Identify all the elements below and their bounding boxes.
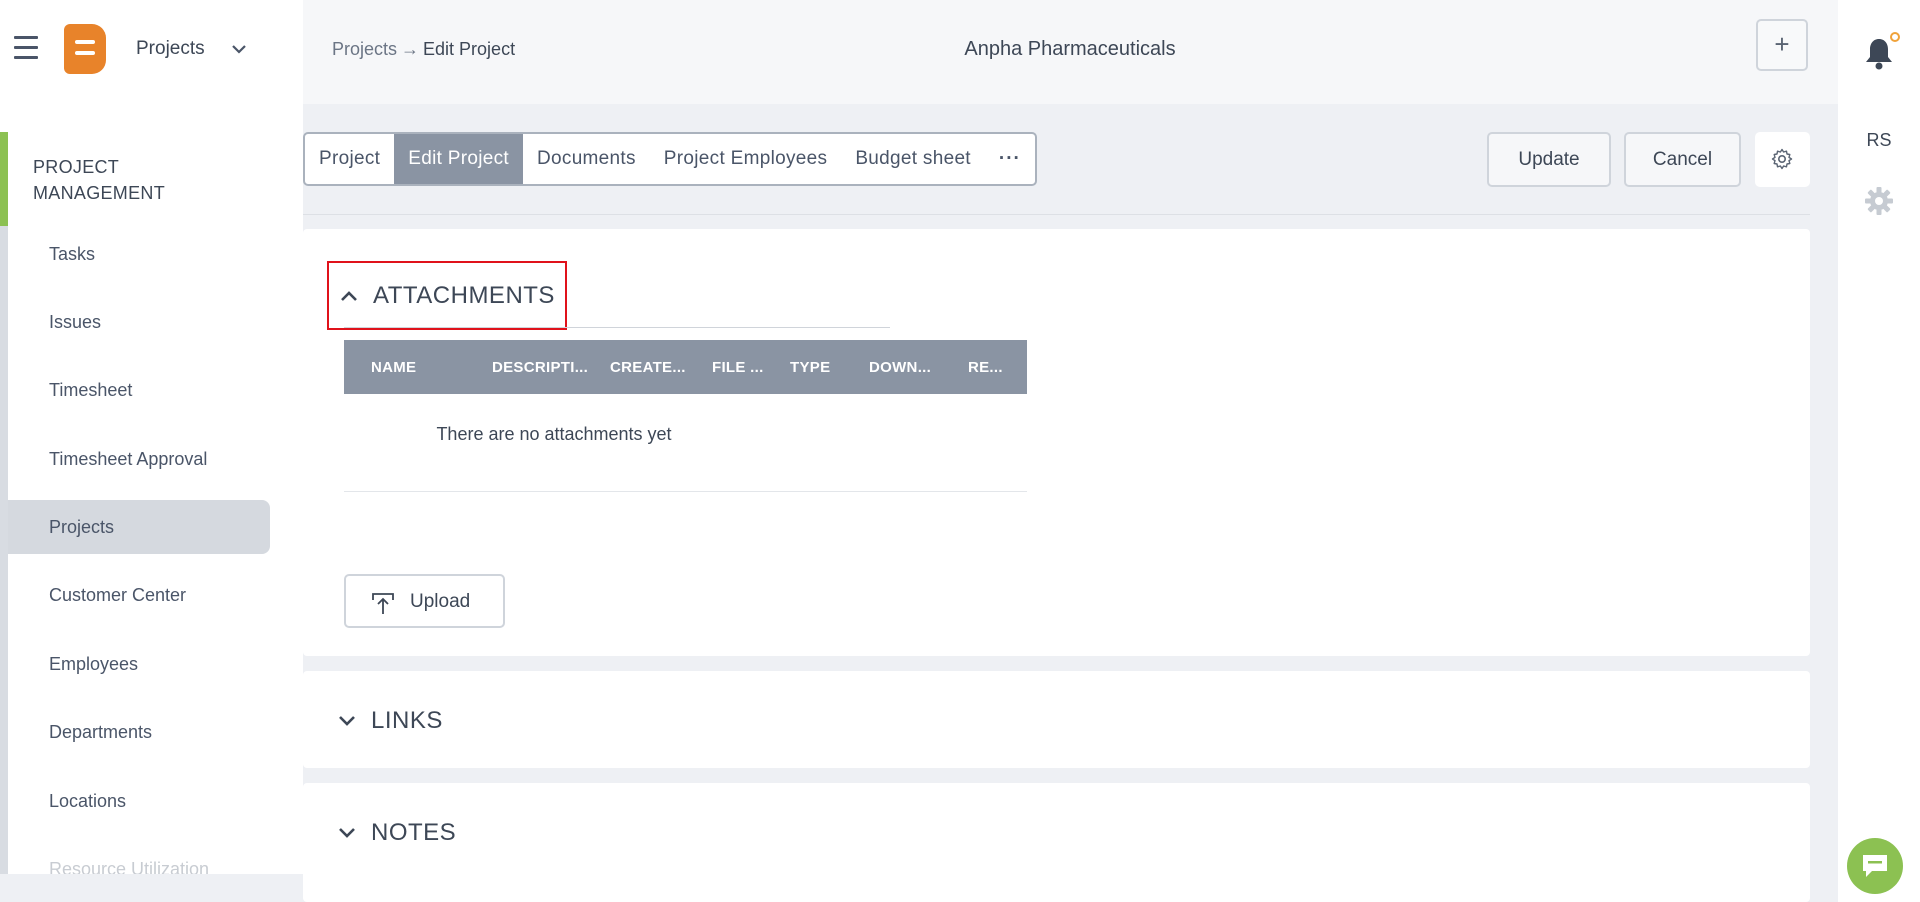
sidebar-item-projects[interactable]: Projects xyxy=(8,500,270,554)
sidebar-section-title[interactable]: PROJECT MANAGEMENT xyxy=(33,154,233,206)
notes-title: NOTES xyxy=(371,819,457,846)
tab-edit-project[interactable]: Edit Project xyxy=(394,134,523,184)
sidebar-item-locations[interactable]: Locations xyxy=(8,774,270,828)
sidebar-item-timesheet-approval[interactable]: Timesheet Approval xyxy=(8,432,270,486)
notification-dot xyxy=(1890,32,1900,42)
column-header-description[interactable]: DESCRIPTI... xyxy=(492,359,610,376)
upload-label: Upload xyxy=(410,591,471,612)
attachments-title: ATTACHMENTS xyxy=(373,281,555,309)
sidebar-item-issues[interactable]: Issues xyxy=(8,295,270,349)
add-button[interactable]: + xyxy=(1756,19,1808,71)
bell-icon[interactable] xyxy=(1864,36,1894,70)
sidebar-item-employees[interactable]: Employees xyxy=(8,637,270,691)
gear-icon[interactable] xyxy=(1864,186,1894,216)
notes-section: NOTES xyxy=(303,783,1810,902)
hamburger-menu-icon[interactable] xyxy=(14,36,38,64)
top-bar: Projects Projects → Edit Project Anpha P… xyxy=(0,0,1838,104)
breadcrumb-current: Edit Project xyxy=(423,39,516,59)
attachments-table-header: NAME DESCRIPTI... CREATE... FILE ... TYP… xyxy=(344,340,1027,394)
sidebar-item-departments[interactable]: Departments xyxy=(8,705,270,759)
right-rail: RS xyxy=(1838,0,1920,902)
links-section: LINKS xyxy=(303,671,1810,768)
column-header-file[interactable]: FILE ... xyxy=(712,359,790,376)
notes-toggle[interactable]: NOTES xyxy=(337,819,456,847)
tab-budget-sheet[interactable]: Budget sheet xyxy=(841,134,985,184)
divider xyxy=(303,214,1810,215)
attachments-toggle[interactable]: ATTACHMENTS xyxy=(327,261,567,330)
tab-project[interactable]: Project xyxy=(305,134,394,184)
gear-icon xyxy=(1771,148,1793,170)
logo-area: Projects xyxy=(0,0,303,104)
breadcrumb: Projects → Edit Project xyxy=(332,39,515,60)
arrow-right-icon: → xyxy=(401,39,420,59)
attachments-divider xyxy=(344,327,890,328)
tab-documents[interactable]: Documents xyxy=(523,134,650,184)
sidebar-item-customer-center[interactable]: Customer Center xyxy=(8,568,270,622)
column-header-remove[interactable]: RE... xyxy=(968,359,1008,376)
sidebar-accent-bar xyxy=(0,132,8,874)
settings-button[interactable] xyxy=(1755,132,1810,187)
user-avatar[interactable]: RS xyxy=(1838,130,1920,151)
app-logo[interactable] xyxy=(64,24,106,74)
column-header-type[interactable]: TYPE xyxy=(790,359,869,376)
empty-attachments-message: There are no attachments yet xyxy=(436,424,672,444)
tab-more[interactable]: ··· xyxy=(985,134,1035,184)
upload-button[interactable]: Upload xyxy=(344,574,505,628)
update-button[interactable]: Update xyxy=(1487,132,1611,187)
chevron-up-icon xyxy=(341,290,357,301)
chat-icon xyxy=(1863,855,1887,877)
links-title: LINKS xyxy=(371,707,443,734)
attachments-section: ATTACHMENTS NAME DESCRIPTI... CREATE... … xyxy=(303,229,1810,656)
column-header-created[interactable]: CREATE... xyxy=(610,359,712,376)
tab-project-employees[interactable]: Project Employees xyxy=(650,134,842,184)
sidebar-item-tasks[interactable]: Tasks xyxy=(8,227,270,281)
chevron-down-icon xyxy=(339,828,355,838)
sidebar: PROJECT MANAGEMENT Tasks Issues Timeshee… xyxy=(0,104,303,874)
column-header-download[interactable]: DOWN... xyxy=(869,359,968,376)
company-name: Anpha Pharmaceuticals xyxy=(964,38,1176,60)
chevron-down-icon[interactable] xyxy=(230,40,248,58)
sidebar-item-resource-utilization[interactable]: Resource Utilization xyxy=(8,842,270,874)
cancel-button[interactable]: Cancel xyxy=(1624,132,1741,187)
breadcrumb-projects-link[interactable]: Projects xyxy=(332,39,397,60)
sidebar-item-timesheet[interactable]: Timesheet xyxy=(8,363,270,417)
sidebar-active-indicator xyxy=(0,132,8,226)
column-header-name[interactable]: NAME xyxy=(371,359,492,376)
table-bottom-border xyxy=(344,491,1027,492)
chevron-down-icon xyxy=(339,716,355,726)
project-tabs: Project Edit Project Documents Project E… xyxy=(303,132,1037,186)
links-toggle[interactable]: LINKS xyxy=(337,707,443,735)
module-selector[interactable]: Projects xyxy=(136,38,205,60)
upload-icon xyxy=(372,593,394,614)
chat-button[interactable] xyxy=(1847,838,1903,894)
